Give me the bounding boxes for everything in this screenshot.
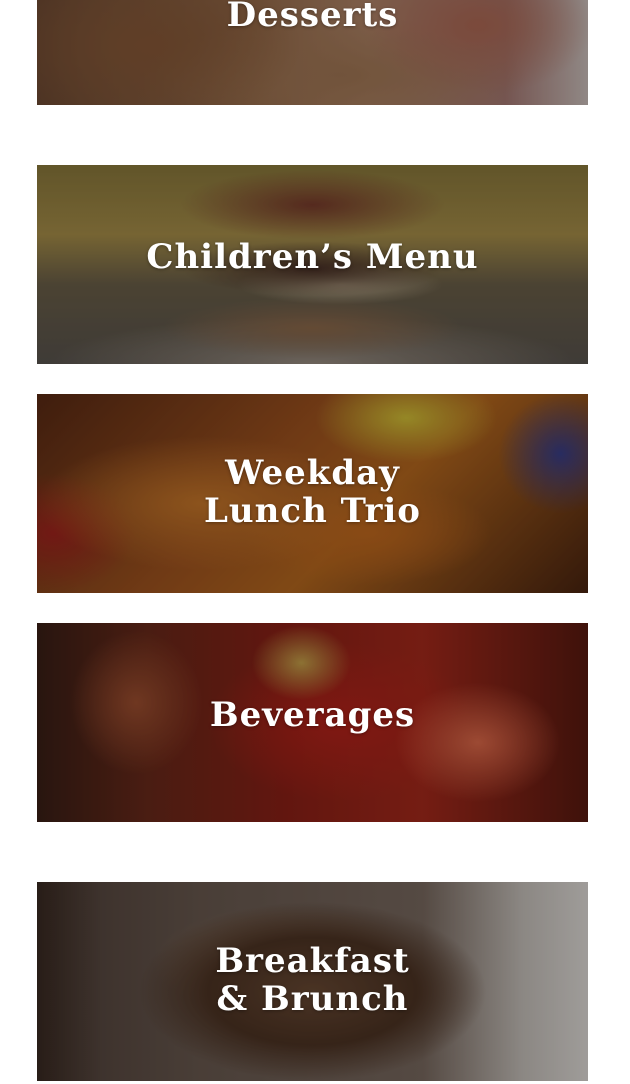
menu-tile-title: Desserts (37, 0, 588, 34)
menu-tile-title: Beverages (37, 696, 588, 734)
menu-tile-title: Breakfast & Brunch (37, 942, 588, 1018)
menu-tile-title-line: Breakfast (215, 941, 410, 981)
menu-tile-desserts[interactable]: Desserts (37, 0, 588, 105)
menu-tile-childrens-menu[interactable]: Children’s Menu (37, 165, 588, 364)
menu-tile-beverages[interactable]: Beverages (37, 623, 588, 822)
menu-tile-title-line: Lunch Trio (204, 491, 421, 531)
menu-tile-title-line: & Brunch (216, 979, 409, 1019)
menu-tile-title-line: Beverages (209, 695, 416, 735)
menu-tile-weekday-lunch-trio[interactable]: Weekday Lunch Trio (37, 394, 588, 593)
menu-tile-title: Weekday Lunch Trio (37, 454, 588, 530)
menu-tile-breakfast-brunch[interactable]: Breakfast & Brunch (37, 882, 588, 1081)
menu-tile-title-line: Desserts (226, 0, 399, 35)
menu-tile-title: Children’s Menu (37, 238, 588, 276)
menu-tile-title-line: Weekday (225, 453, 400, 493)
menu-tile-title-line: Children’s Menu (146, 237, 479, 277)
